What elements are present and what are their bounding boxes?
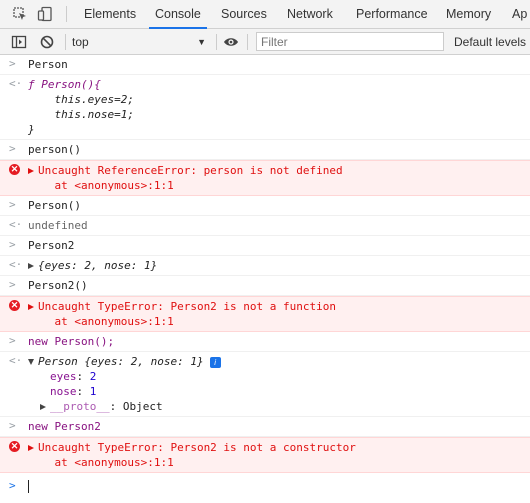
prompt-chevron-icon: > <box>9 198 16 211</box>
live-expression-eye-icon[interactable] <box>223 34 239 50</box>
tab-sources[interactable]: Sources <box>221 0 267 28</box>
console-input-row: > new Person2 <box>0 417 530 437</box>
filter-input[interactable] <box>256 32 444 51</box>
console-prompt[interactable]: > <box>0 473 530 497</box>
error-stack-trace: at <anonymous>:1:1 <box>28 179 174 192</box>
console-input-row: > new Person(); <box>0 332 530 352</box>
prompt-chevron-icon: > <box>9 57 16 70</box>
function-source-line: } <box>28 123 35 136</box>
console-input-row: > Person2 <box>0 236 530 256</box>
console-output-row: <· ƒ Person(){ this.eyes=2; this.nose=1;… <box>0 75 530 140</box>
object-property: nose: 1 <box>50 385 97 398</box>
console-input-row: > Person <box>0 55 530 75</box>
console-input-text: Person2() <box>28 279 88 292</box>
text-cursor <box>28 479 29 493</box>
prompt-chevron-icon: > <box>9 278 16 291</box>
console-sidebar-icon[interactable] <box>11 34 27 50</box>
console-input-row: > person() <box>0 140 530 160</box>
return-arrow-icon: <· <box>9 258 23 271</box>
function-source-line: ƒ Person(){ <box>28 78 101 91</box>
info-icon[interactable]: i <box>209 356 221 368</box>
output-value: undefined <box>28 219 88 232</box>
expand-triangle-icon <box>28 263 34 269</box>
collapse-triangle-icon <box>28 359 34 365</box>
error-stack-trace: at <anonymous>:1:1 <box>28 315 174 328</box>
console-input-row: > Person() <box>0 196 530 216</box>
expand-triangle-icon <box>28 445 34 451</box>
object-proto[interactable]: __proto__: Object <box>28 399 530 414</box>
tab-console[interactable]: Console <box>149 0 207 29</box>
return-arrow-icon: <· <box>9 77 23 90</box>
tab-memory[interactable]: Memory <box>446 0 491 28</box>
console-output-row: <· undefined <box>0 216 530 236</box>
context-selector[interactable]: top ▼ <box>72 33 212 51</box>
console-error-row: ✕ Uncaught ReferenceError: person is not… <box>0 160 530 196</box>
prompt-chevron-icon: > <box>9 479 16 492</box>
log-levels-dropdown[interactable]: Default levels <box>454 29 526 54</box>
console-input-text: new Person2 <box>28 420 101 433</box>
return-arrow-icon: <· <box>9 354 23 367</box>
console-messages: > Person <· ƒ Person(){ this.eyes=2; thi… <box>0 55 530 497</box>
prompt-chevron-icon: > <box>9 142 16 155</box>
error-stack-trace: at <anonymous>:1:1 <box>28 456 174 469</box>
inspect-element-icon[interactable] <box>12 6 28 22</box>
expand-triangle-icon <box>40 404 46 410</box>
expand-triangle-icon <box>28 304 34 310</box>
object-property: eyes: 2 <box>50 370 97 383</box>
error-icon: ✕ <box>9 441 20 452</box>
tab-application[interactable]: Ap <box>512 0 527 28</box>
object-preview[interactable]: {eyes: 2, nose: 1} <box>28 258 530 273</box>
expand-triangle-icon <box>28 168 34 174</box>
device-toolbar-icon[interactable] <box>37 6 53 22</box>
error-message[interactable]: Uncaught ReferenceError: person is not d… <box>28 163 530 178</box>
console-toolbar: top ▼ Default levels <box>0 29 530 55</box>
console-output-row: <· Person {eyes: 2, nose: 1} i eyes: 2 no… <box>0 352 530 417</box>
console-input-text: new Person(); <box>28 335 115 348</box>
prompt-chevron-icon: > <box>9 334 16 347</box>
tab-elements[interactable]: Elements <box>84 0 136 28</box>
console-input-text: Person <box>28 58 68 71</box>
object-summary[interactable]: Person {eyes: 2, nose: 1} i <box>28 354 530 369</box>
tab-network[interactable]: Network <box>287 0 333 28</box>
console-input-text: Person2 <box>28 239 75 252</box>
context-selector-value: top <box>72 35 89 49</box>
clear-console-icon[interactable] <box>39 34 55 50</box>
console-input-text: person() <box>28 143 81 156</box>
tab-performance[interactable]: Performance <box>356 0 428 28</box>
console-input-row: > Person2() <box>0 276 530 296</box>
prompt-chevron-icon: > <box>9 419 16 432</box>
error-icon: ✕ <box>9 300 20 311</box>
error-message[interactable]: Uncaught TypeError: Person2 is not a con… <box>28 440 530 455</box>
function-source-line: this.nose=1; <box>28 108 134 121</box>
prompt-chevron-icon: > <box>9 238 16 251</box>
return-arrow-icon: <· <box>9 218 23 231</box>
devtools-tab-bar: Elements Console Sources Network Perform… <box>0 0 530 29</box>
console-input-text: Person() <box>28 199 81 212</box>
error-icon: ✕ <box>9 164 20 175</box>
error-message[interactable]: Uncaught TypeError: Person2 is not a fun… <box>28 299 530 314</box>
dropdown-arrow-icon: ▼ <box>197 37 206 47</box>
console-output-row: <· {eyes: 2, nose: 1} <box>0 256 530 276</box>
console-error-row: ✕ Uncaught TypeError: Person2 is not a c… <box>0 437 530 473</box>
console-error-row: ✕ Uncaught TypeError: Person2 is not a f… <box>0 296 530 332</box>
function-source-line: this.eyes=2; <box>28 93 134 106</box>
